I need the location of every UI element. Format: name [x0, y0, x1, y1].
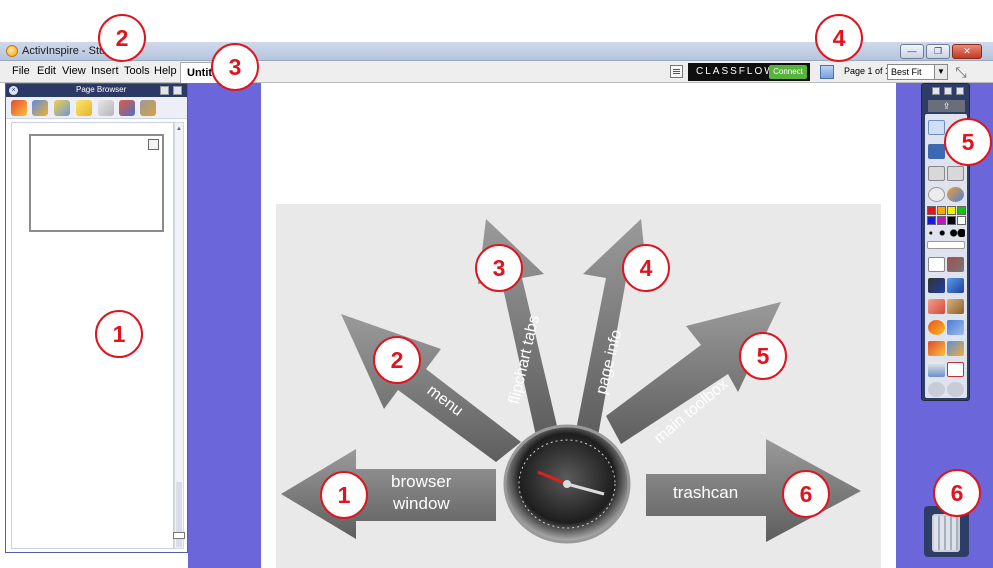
page-select-icon[interactable]: [928, 120, 945, 135]
pen-width-icon[interactable]: [927, 229, 965, 237]
menu-view[interactable]: View: [62, 65, 86, 77]
resource-icon[interactable]: [928, 341, 945, 356]
toolbox-settings-icon[interactable]: [944, 87, 952, 95]
activinspire-window: { "window": { "title": "ActivInspire - S…: [0, 0, 993, 568]
label-browser-window-2: window: [393, 494, 450, 513]
zoom-value: Best Fit: [891, 67, 922, 77]
tab-menu-icon[interactable]: [670, 65, 683, 78]
page-browser-toolbar: [6, 97, 187, 119]
callout-6-trashcan: 6: [933, 469, 981, 517]
graphic-number-3: 3: [475, 244, 523, 292]
color-swatch-yellow[interactable]: [947, 206, 956, 215]
tools-icon[interactable]: [947, 257, 964, 272]
next-page-icon[interactable]: [947, 166, 964, 181]
fill-icon[interactable]: [947, 299, 964, 314]
reset-page-icon[interactable]: [947, 362, 964, 377]
color-wheel-icon[interactable]: [947, 187, 964, 202]
fullscreen-icon[interactable]: ⤡: [953, 64, 969, 80]
callout-3-tabs: 3: [211, 43, 259, 91]
label-browser-window-1: browser: [391, 472, 452, 491]
redo-icon[interactable]: [947, 382, 964, 397]
flipchart-icon[interactable]: [11, 100, 27, 116]
thumbnail-size-slider[interactable]: [173, 482, 185, 547]
callout-5-toolbox: 5: [944, 118, 992, 166]
callout-4-page-info: 4: [815, 14, 863, 62]
arrow-browser-window: [281, 449, 496, 539]
activinspire-logo-icon: [6, 45, 18, 57]
toolbox-menu-icon[interactable]: [932, 87, 940, 95]
classflow-connect-button[interactable]: Connect: [769, 65, 807, 79]
home-icon[interactable]: [54, 100, 70, 116]
graphic-number-6: 6: [782, 470, 830, 518]
text-icon[interactable]: [928, 362, 945, 377]
page-thumbnail-list: [11, 122, 174, 549]
menu-file[interactable]: File: [12, 65, 30, 77]
shape-icon[interactable]: [928, 320, 945, 335]
export-icon[interactable]: ⇪: [928, 100, 965, 112]
menu-insert[interactable]: Insert: [91, 65, 119, 77]
callout-2-menu: 2: [98, 14, 146, 62]
classflow-brand: CLASSFLOW: [696, 66, 776, 77]
interface-diagram-graphic: browser window menu flipchart tabs page …: [276, 204, 881, 568]
close-button[interactable]: ✕: [952, 44, 982, 59]
properties-icon[interactable]: [98, 100, 114, 116]
select-arrow-icon[interactable]: [928, 257, 945, 272]
page-info-label: Page 1 of 1: [844, 66, 891, 76]
close-icon[interactable]: ×: [9, 86, 18, 95]
highlighter-icon[interactable]: [947, 278, 964, 293]
trashcan-icon[interactable]: [932, 514, 960, 552]
previous-page-icon[interactable]: [928, 166, 945, 181]
color-swatch-green[interactable]: [957, 206, 966, 215]
menu-tools[interactable]: Tools: [124, 65, 150, 77]
connector-icon[interactable]: [947, 320, 964, 335]
object-browser-icon[interactable]: [119, 100, 135, 116]
eraser-icon[interactable]: [928, 299, 945, 314]
minimize-button[interactable]: —: [900, 44, 924, 59]
graphic-number-1: 1: [320, 471, 368, 519]
desktop-annotate-icon[interactable]: [928, 144, 945, 159]
color-swatch-magenta[interactable]: [937, 216, 946, 225]
scroll-up-icon[interactable]: ▲: [176, 126, 182, 132]
color-swatch-black[interactable]: [947, 216, 956, 225]
page-browser-title: Page Browser: [76, 85, 127, 94]
graphic-number-2: 2: [373, 336, 421, 384]
toolbox-dock-icon[interactable]: [956, 87, 964, 95]
color-swatch-white[interactable]: [957, 216, 966, 225]
notes-icon[interactable]: [76, 100, 92, 116]
graphic-number-4: 4: [622, 244, 670, 292]
flipchart-margin-left: [188, 83, 261, 568]
toolbox-header: [926, 87, 966, 95]
width-slider[interactable]: [927, 241, 965, 249]
menu-edit[interactable]: Edit: [37, 65, 56, 77]
graphic-number-5: 5: [739, 332, 787, 380]
page-thumbnail[interactable]: [29, 134, 164, 232]
undo-icon[interactable]: [928, 382, 945, 397]
pen-icon[interactable]: [928, 278, 945, 293]
classflow-bar: CLASSFLOW Connect: [688, 63, 810, 81]
page-menu-icon[interactable]: [148, 139, 159, 150]
menu-bar: File Edit View Insert Tools Help Untit C…: [0, 61, 993, 83]
zoom-select[interactable]: Best Fit ▼: [887, 64, 948, 80]
image-icon[interactable]: [32, 100, 48, 116]
panel-menu-icon[interactable]: [160, 86, 169, 95]
maximize-button[interactable]: ❐: [926, 44, 950, 59]
panel-dock-icon[interactable]: [173, 86, 182, 95]
color-swatch-red[interactable]: [927, 206, 936, 215]
page-info-icon[interactable]: [820, 65, 834, 79]
page-browser-header: × Page Browser: [6, 84, 187, 97]
actions-icon[interactable]: [140, 100, 156, 116]
menu-help[interactable]: Help: [154, 65, 177, 77]
media-icon[interactable]: [947, 341, 964, 356]
arrows-svg: [281, 219, 861, 544]
color-swatch-orange[interactable]: [937, 206, 946, 215]
color-swatch-blue[interactable]: [927, 216, 936, 225]
play-icon[interactable]: [928, 187, 945, 202]
label-trashcan: trashcan: [673, 483, 739, 502]
chevron-down-icon[interactable]: ▼: [934, 65, 947, 79]
page-browser-panel: × Page Browser ▲: [5, 83, 188, 553]
callout-1-browser: 1: [95, 310, 143, 358]
slider-knob[interactable]: [173, 532, 185, 539]
